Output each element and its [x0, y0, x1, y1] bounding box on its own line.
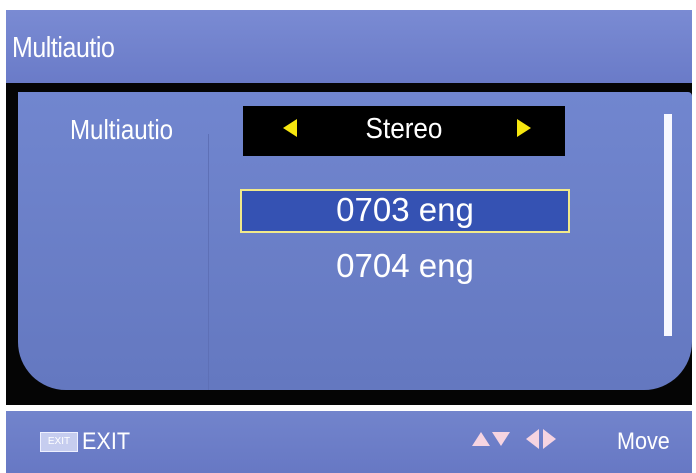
audio-track-option-selected[interactable]: 0703 eng	[240, 189, 570, 233]
arrow-right-icon[interactable]	[517, 119, 531, 137]
title-bar: Multiautio	[6, 10, 692, 83]
multiaudio-label: Multiautio	[70, 114, 174, 145]
arrow-left-icon	[526, 429, 539, 449]
arrow-up-icon	[472, 432, 490, 446]
bottom-help-bar: EXIT EXIT Move	[6, 411, 692, 473]
menu-title: Multiautio	[12, 32, 115, 64]
audio-track-option[interactable]: 0704 eng	[240, 244, 570, 288]
menu-frame: Multiautio Stereo 0703 eng 0704 eng	[6, 83, 692, 405]
exit-key-icon[interactable]: EXIT	[40, 432, 78, 452]
scrollbar[interactable]	[664, 114, 672, 336]
arrow-right-icon	[543, 429, 556, 449]
column-divider	[208, 134, 209, 390]
tv-menu-screen: Multiautio Multiautio Stereo 0703 eng 07…	[0, 0, 696, 473]
move-label: Move	[617, 428, 670, 455]
menu-panel: Multiautio Stereo 0703 eng 0704 eng	[18, 92, 692, 390]
exit-label: EXIT	[82, 428, 131, 455]
arrow-down-icon	[492, 432, 510, 446]
audio-mode-selector[interactable]: Stereo	[243, 106, 565, 156]
audio-mode-value: Stereo	[365, 113, 443, 145]
